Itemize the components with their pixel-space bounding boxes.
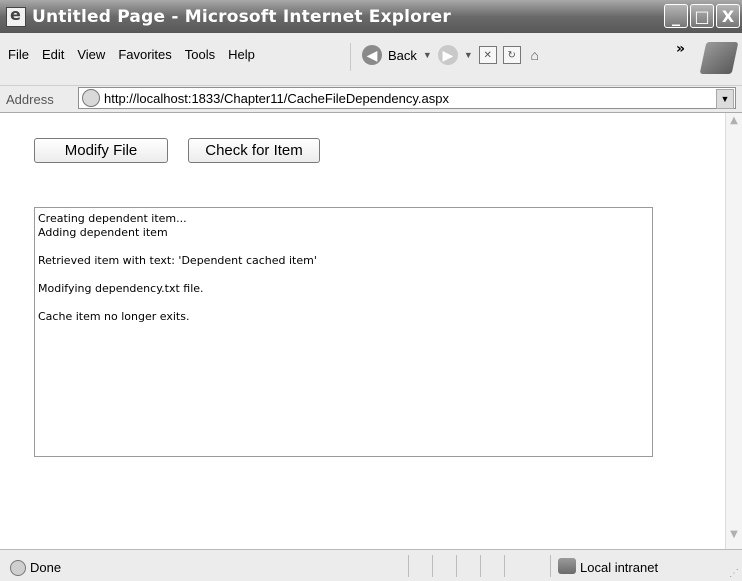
menu-favorites[interactable]: Favorites <box>118 47 171 62</box>
scroll-down-icon[interactable]: ▼ <box>728 529 740 545</box>
local-intranet-icon <box>558 558 576 574</box>
status-pane-divider <box>504 555 505 577</box>
forward-dropdown-icon[interactable]: ▼ <box>464 50 473 60</box>
status-bar: Done Local intranet ⋰ <box>0 549 742 581</box>
navigation-toolbar: ◀ Back ▼ ▶ ▼ ✕ ↻ ⌂ <box>362 45 543 65</box>
address-dropdown-icon[interactable]: ▼ <box>716 89 734 109</box>
menu-edit[interactable]: Edit <box>42 47 64 62</box>
address-input[interactable]: http://localhost:1833/Chapter11/CacheFil… <box>78 87 736 109</box>
menu-file[interactable]: File <box>8 47 29 62</box>
page-done-icon <box>10 560 26 576</box>
check-for-item-button[interactable]: Check for Item <box>188 138 320 163</box>
back-button[interactable]: Back <box>388 48 417 63</box>
window-controls: _ □ X <box>664 4 740 28</box>
vertical-scrollbar[interactable]: ▲ ▼ <box>725 113 742 549</box>
menu-toolbar: File Edit View Favorites Tools Help ◀ Ba… <box>0 33 742 86</box>
browser-window: Untitled Page - Microsoft Internet Explo… <box>0 0 742 581</box>
ie-page-icon <box>6 5 26 27</box>
status-pane-divider <box>408 555 409 577</box>
address-url[interactable]: http://localhost:1833/Chapter11/CacheFil… <box>104 91 449 106</box>
status-pane-divider <box>456 555 457 577</box>
maximize-button[interactable]: □ <box>690 4 714 28</box>
title-bar: Untitled Page - Microsoft Internet Explo… <box>0 0 742 33</box>
back-arrow-icon[interactable]: ◀ <box>362 45 382 65</box>
status-pane-divider <box>480 555 481 577</box>
page-icon <box>82 89 100 107</box>
status-pane-divider <box>432 555 433 577</box>
resize-grip-icon[interactable]: ⋰ <box>729 568 739 579</box>
menu-tools[interactable]: Tools <box>185 47 215 62</box>
log-output: Creating dependent item... Adding depend… <box>34 207 653 457</box>
modify-file-button[interactable]: Modify File <box>34 138 168 163</box>
address-label: Address <box>6 91 54 107</box>
scroll-up-icon[interactable]: ▲ <box>728 115 740 131</box>
refresh-icon[interactable]: ↻ <box>502 46 521 64</box>
forward-arrow-icon[interactable]: ▶ <box>437 45 458 65</box>
toolbar-separator <box>350 43 351 71</box>
menu-bar: File Edit View Favorites Tools Help <box>8 47 268 62</box>
status-text: Done <box>30 560 62 575</box>
toolbar-more-button[interactable]: » <box>676 41 685 57</box>
menu-view[interactable]: View <box>77 47 105 62</box>
status-pane-divider <box>550 555 551 577</box>
security-zone: Local intranet <box>580 560 659 575</box>
home-icon[interactable]: ⌂ <box>527 47 543 63</box>
page-content: Modify File Check for Item Creating depe… <box>0 113 725 549</box>
windows-logo-icon <box>699 42 739 74</box>
back-dropdown-icon[interactable]: ▼ <box>423 50 432 60</box>
menu-help[interactable]: Help <box>228 47 255 62</box>
window-title: Untitled Page - Microsoft Internet Explo… <box>32 6 451 27</box>
minimize-button[interactable]: _ <box>664 4 688 28</box>
close-button[interactable]: X <box>716 4 740 28</box>
address-bar: Address http://localhost:1833/Chapter11/… <box>0 86 742 113</box>
stop-icon[interactable]: ✕ <box>478 46 497 64</box>
